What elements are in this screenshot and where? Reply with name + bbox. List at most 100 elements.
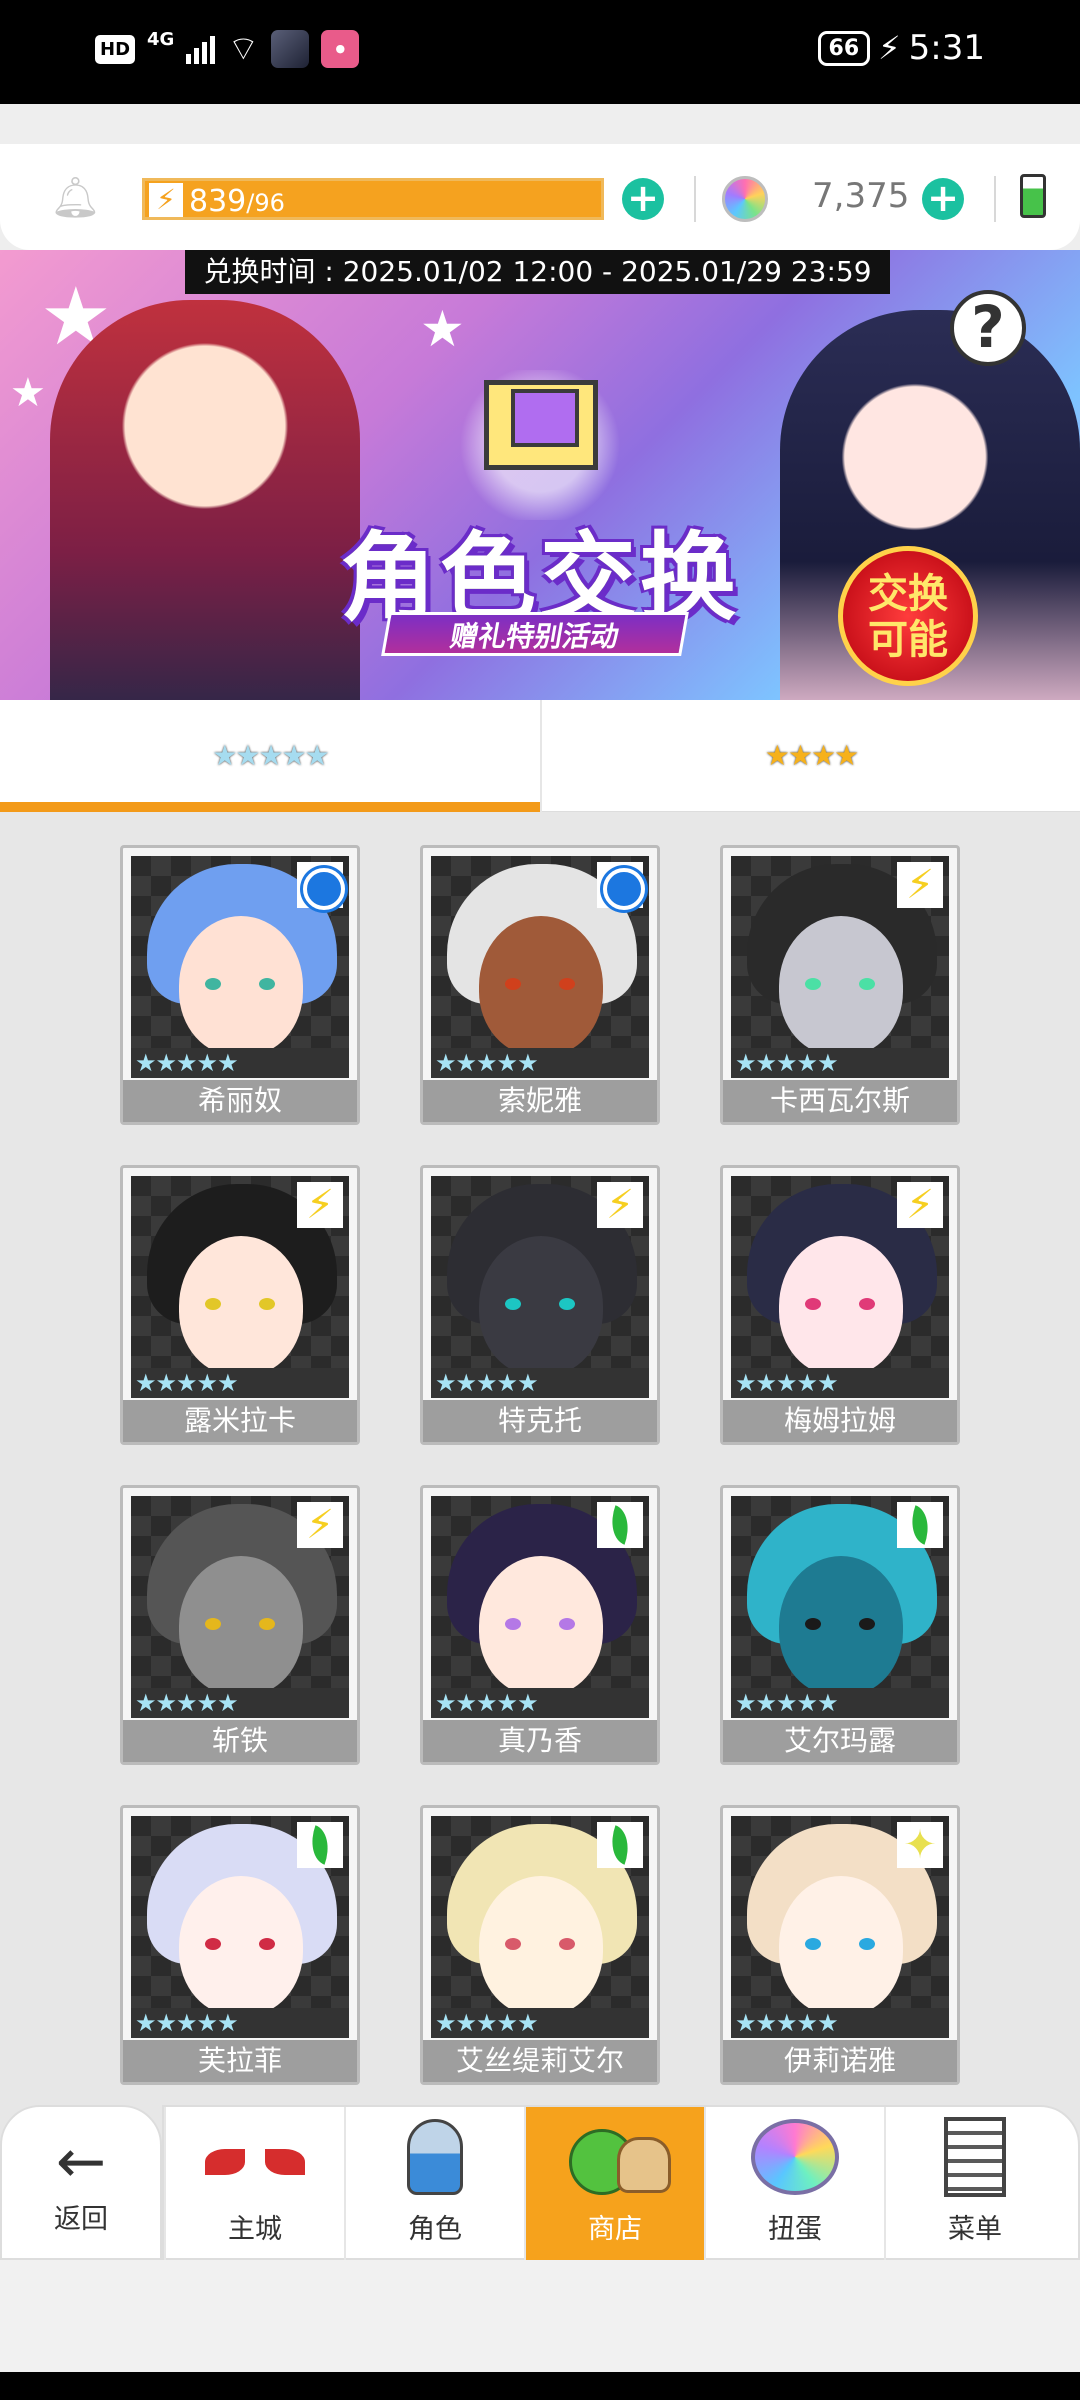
envelope-icon — [484, 380, 598, 470]
bell-icon[interactable]: 🔔︎ — [50, 174, 101, 221]
bottom-navigation: ← 返回 主城 角色 商店 扭蛋 菜单 — [0, 2105, 1080, 2262]
character-card[interactable]: ⚡ ★★★★★ 梅姆拉姆 — [720, 1165, 960, 1445]
character-name: 露米拉卡 — [123, 1400, 357, 1442]
nav-menu-label: 菜单 — [948, 2214, 1002, 2245]
town-icon — [205, 2127, 305, 2187]
character-name: 真乃香 — [423, 1720, 657, 1762]
add-gems-button[interactable]: + — [922, 178, 964, 220]
character-eyes — [205, 1298, 275, 1310]
rarity-stars: ★★★★★ — [131, 1368, 349, 1398]
help-button[interactable]: ? — [950, 290, 1026, 366]
rarity-stars: ★★★★★ — [131, 1688, 349, 1718]
clock: 5:31 — [908, 28, 985, 68]
exchange-time: 兑换时间 : 2025.01/02 12:00 - 2025.01/29 23:… — [185, 250, 890, 294]
battery-icon — [1020, 174, 1046, 218]
character-card[interactable]: ★★★★★ 艾丝缇莉艾尔 — [420, 1805, 660, 2085]
character-eyes — [505, 1298, 575, 1310]
character-name: 卡西瓦尔斯 — [723, 1080, 957, 1122]
character-card[interactable]: ★★★★★ 芙拉菲 — [120, 1805, 360, 2085]
character-eyes — [805, 1618, 875, 1630]
thunder-element-icon: ⚡ — [297, 1182, 343, 1228]
tab-five-star-label: ★★★★★ — [212, 739, 330, 772]
character-eyes — [505, 1938, 575, 1950]
nav-shop-label: 商店 — [588, 2214, 642, 2245]
character-name: 索妮雅 — [423, 1080, 657, 1122]
thunder-element-icon: ⚡ — [897, 862, 943, 908]
character-portrait: ⚡ — [731, 856, 949, 1078]
nav-characters[interactable]: 角色 — [344, 2107, 524, 2262]
character-card[interactable]: ★★★★★ 希丽奴 — [120, 845, 360, 1125]
character-card[interactable]: ⚡ ★★★★★ 露米拉卡 — [120, 1165, 360, 1445]
rarity-stars: ★★★★★ — [431, 2008, 649, 2038]
nav-gacha[interactable]: 扭蛋 — [704, 2107, 884, 2262]
rarity-stars: ★★★★★ — [431, 1368, 649, 1398]
nav-menu[interactable]: 菜单 — [884, 2107, 1064, 2262]
hd-badge: HD — [95, 34, 136, 64]
rarity-stars: ★★★★★ — [131, 1048, 349, 1078]
character-portrait — [431, 856, 649, 1078]
character-name: 希丽奴 — [123, 1080, 357, 1122]
nav-town-label: 主城 — [228, 2214, 282, 2245]
character-name: 梅姆拉姆 — [723, 1400, 957, 1442]
divider — [694, 176, 696, 222]
star-decoration: ★ — [10, 370, 46, 416]
stamina-value: 839/96 — [189, 184, 285, 219]
stamina-meter: ⚡ 839/96 — [142, 178, 604, 220]
rarity-stars: ★★★★★ — [431, 1048, 649, 1078]
hero-icon — [407, 2119, 463, 2195]
thunder-element-icon: ⚡ — [897, 1182, 943, 1228]
back-button[interactable]: ← 返回 — [0, 2105, 162, 2260]
gem-icon — [722, 176, 768, 222]
add-stamina-button[interactable]: + — [622, 178, 664, 220]
rarity-stars: ★★★★★ — [131, 2008, 349, 2038]
rarity-stars: ★★★★★ — [731, 2008, 949, 2038]
badge-line-1: 交换 — [868, 571, 948, 617]
character-grid: ★★★★★ 希丽奴 ★★★★★ 索妮雅 ⚡ ★★★★★ 卡西瓦尔斯 ⚡ ★★★★★ 露米拉卡 ⚡ ★★… — [120, 845, 960, 2085]
star-decoration: ★ — [420, 300, 465, 358]
tab-four-star[interactable]: ★★★★ — [540, 700, 1080, 812]
character-eyes — [505, 1618, 575, 1630]
light-element-icon: ✦ — [897, 1822, 943, 1868]
badge-line-2: 可能 — [868, 617, 948, 663]
rarity-stars: ★★★★★ — [731, 1048, 949, 1078]
gacha-icon — [751, 2119, 839, 2195]
character-card[interactable]: ✦ ★★★★★ 伊莉诺雅 — [720, 1805, 960, 2085]
stamina-current: 839 — [189, 184, 247, 219]
nav-strip: 主城 角色 商店 扭蛋 菜单 — [162, 2105, 1080, 2262]
app-notification-icon — [271, 30, 310, 68]
nav-town[interactable]: 主城 — [164, 2107, 344, 2262]
character-portrait — [131, 1816, 349, 2038]
status-bar: HD 4G ⌔ ● 66 ⚡ 5:31 — [0, 0, 1080, 104]
character-eyes — [805, 1298, 875, 1310]
character-card[interactable]: ★★★★★ 索妮雅 — [420, 845, 660, 1125]
tab-five-star[interactable]: ★★★★★ — [0, 700, 540, 812]
exchange-available-badge: 交换 可能 — [838, 546, 978, 686]
rarity-stars: ★★★★★ — [731, 1368, 949, 1398]
character-portrait: ⚡ — [731, 1176, 949, 1398]
character-portrait — [431, 1816, 649, 2038]
thunder-element-icon: ⚡ — [597, 1182, 643, 1228]
rarity-tabs: ★★★★★ ★★★★ — [0, 700, 1080, 812]
character-card[interactable]: ⚡ ★★★★★ 特克托 — [420, 1165, 660, 1445]
character-eyes — [205, 1938, 275, 1950]
tab-four-star-label: ★★★★ — [764, 739, 859, 772]
nav-shop[interactable]: 商店 — [524, 2107, 704, 2262]
character-name: 伊莉诺雅 — [723, 2040, 957, 2082]
app-notification-icon-2: ● — [321, 30, 360, 68]
wifi-icon: ⌔ — [227, 29, 260, 69]
character-name: 艾丝缇莉艾尔 — [423, 2040, 657, 2082]
gem-count: 7,375 — [812, 176, 910, 216]
character-card[interactable]: ⚡ ★★★★★ 卡西瓦尔斯 — [720, 845, 960, 1125]
character-card[interactable]: ★★★★★ 真乃香 — [420, 1485, 660, 1765]
event-banner: ★ ★ ★ 兑换时间 : 2025.01/02 12:00 - 2025.01/… — [0, 250, 1080, 700]
character-card[interactable]: ★★★★★ 艾尔玛露 — [720, 1485, 960, 1765]
wind-element-icon — [597, 1502, 643, 1548]
wind-element-icon — [897, 1502, 943, 1548]
wind-element-icon — [597, 1822, 643, 1868]
character-portrait: ✦ — [731, 1816, 949, 2038]
divider — [994, 176, 996, 222]
stamina-bolt-icon: ⚡ — [149, 183, 183, 217]
water-element-icon — [297, 862, 345, 910]
status-left: HD 4G ⌔ ● — [95, 29, 360, 69]
character-card[interactable]: ⚡ ★★★★★ 斩铁 — [120, 1485, 360, 1765]
